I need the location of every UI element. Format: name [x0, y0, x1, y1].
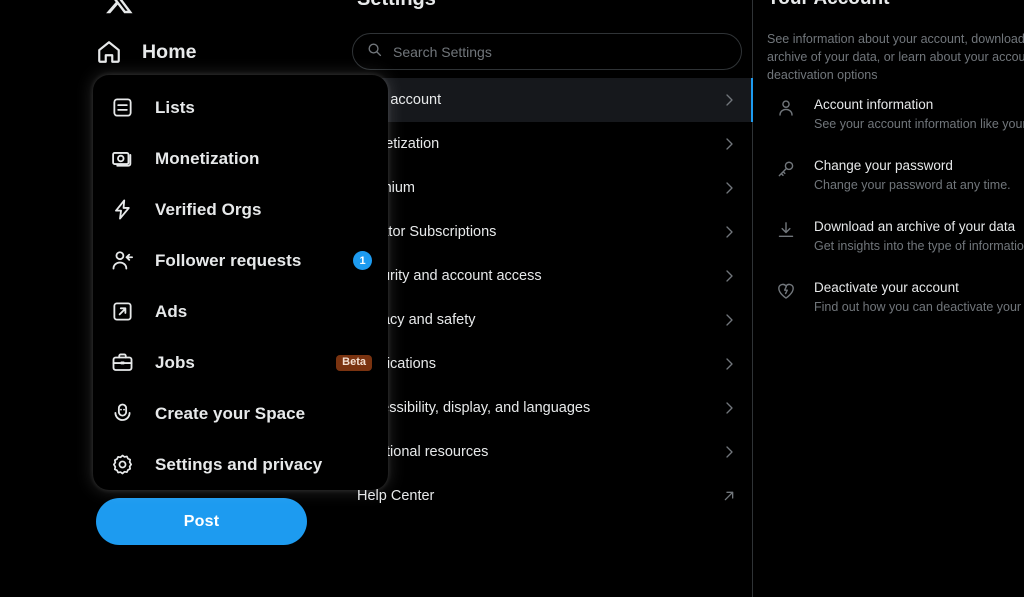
detail-panel-title: Your Account — [767, 0, 889, 10]
settings-row-premium[interactable]: Premium — [341, 166, 753, 210]
menu-item-ads[interactable]: Ads — [93, 286, 388, 337]
menu-item-lists[interactable]: Lists — [93, 82, 388, 133]
chevron-right-icon — [721, 444, 737, 460]
settings-row-notifications[interactable]: Notifications — [341, 342, 753, 386]
chevron-right-icon — [721, 312, 737, 328]
jobs-icon — [109, 350, 135, 376]
account-option-title: Deactivate your account — [814, 280, 959, 295]
settings-row-additional-resources[interactable]: Additional resources — [341, 430, 753, 474]
chevron-right-icon — [721, 400, 737, 416]
settings-row-privacy-and-safety[interactable]: Privacy and safety — [341, 298, 753, 342]
chevron-right-icon — [721, 356, 737, 372]
broken-heart-icon — [776, 281, 796, 301]
follower-requests-icon — [109, 248, 135, 274]
menu-item-verified-orgs[interactable]: Verified Orgs — [93, 184, 388, 235]
account-option-change-your-password[interactable]: Change your password Change your password… — [754, 145, 1024, 206]
ads-icon — [109, 299, 135, 325]
account-option-text: Change your password Change your password… — [814, 156, 1011, 195]
settings-row-your-account[interactable]: Your account — [341, 78, 753, 122]
account-option-subtitle: See your account information like your p… — [814, 117, 1024, 132]
post-button[interactable]: Post — [96, 498, 307, 545]
settings-list-column: Settings Your accountMonetizationPremium… — [341, 0, 753, 597]
detail-panel-description: See information about your account, down… — [767, 32, 1024, 83]
chevron-right-icon — [721, 268, 737, 284]
search-input[interactable] — [393, 43, 727, 60]
settings-items-list: Your accountMonetizationPremiumCreator S… — [341, 78, 753, 518]
menu-item-monetization[interactable]: Monetization — [93, 133, 388, 184]
chevron-right-icon — [721, 224, 737, 240]
account-option-subtitle: Get insights into the type of informatio… — [814, 239, 1024, 254]
search-icon — [367, 42, 382, 62]
chevron-right-icon — [721, 136, 737, 152]
settings-page-title: Settings — [357, 0, 436, 11]
chevron-right-icon — [721, 92, 737, 108]
account-option-subtitle: Find out how you can deactivate your acc… — [814, 300, 1024, 315]
settings-row-label: Accessibility, display, and languages — [357, 400, 591, 416]
monetization-icon — [109, 146, 135, 172]
unread-count-badge: 1 — [353, 251, 372, 270]
account-detail-panel: Your Account See information about your … — [754, 0, 1024, 597]
gear-icon — [109, 452, 135, 478]
settings-row-security-and-account-access[interactable]: Security and account access — [341, 254, 753, 298]
account-option-deactivate-your-account[interactable]: Deactivate your account Find out how you … — [754, 267, 1024, 328]
account-option-account-information[interactable]: Account information See your account info… — [754, 84, 1024, 145]
menu-item-label: Settings and privacy — [155, 454, 323, 474]
account-option-text: Deactivate your account Find out how you … — [814, 278, 1024, 317]
chevron-right-icon — [721, 180, 737, 196]
account-option-text: Download an archive of your data Get insi… — [814, 217, 1024, 256]
person-icon — [776, 98, 796, 118]
settings-row-label: Help Center — [357, 488, 435, 504]
spaces-icon — [109, 401, 135, 427]
verified-orgs-icon — [109, 197, 135, 223]
menu-item-label: Monetization — [155, 148, 260, 168]
download-icon — [776, 220, 796, 240]
home-icon — [96, 39, 122, 65]
settings-row-creator-subscriptions[interactable]: Creator Subscriptions — [341, 210, 753, 254]
sidebar-item-home-label: Home — [142, 40, 197, 63]
account-options-list: Account information See your account info… — [754, 84, 1024, 328]
account-option-title: Change your password — [814, 158, 953, 173]
beta-badge: Beta — [336, 354, 372, 371]
key-icon — [776, 159, 796, 179]
menu-item-label: Lists — [155, 97, 195, 117]
menu-item-label: Ads — [155, 301, 188, 321]
account-option-text: Account information See your account info… — [814, 95, 1024, 134]
menu-item-follower-requests[interactable]: Follower requests 1 — [93, 235, 388, 286]
menu-item-create-your-space[interactable]: Create your Space — [93, 388, 388, 439]
x-logo-icon[interactable] — [104, 0, 138, 20]
account-option-title: Account information — [814, 97, 934, 112]
menu-item-label: Verified Orgs — [155, 199, 262, 219]
sidebar-item-home[interactable]: Home — [96, 27, 213, 77]
account-option-title: Download an archive of your data — [814, 219, 1016, 234]
settings-row-monetization[interactable]: Monetization — [341, 122, 753, 166]
menu-item-label: Follower requests — [155, 250, 302, 270]
account-option-subtitle: Change your password at any time. — [814, 178, 1011, 193]
menu-item-label: Create your Space — [155, 403, 306, 423]
menu-item-settings-and-privacy[interactable]: Settings and privacy — [93, 439, 388, 490]
settings-row-help-center[interactable]: Help Center — [341, 474, 753, 518]
menu-item-jobs[interactable]: Jobs Beta — [93, 337, 388, 388]
settings-search-box[interactable] — [352, 33, 742, 70]
lists-icon — [109, 95, 135, 121]
menu-item-label: Jobs — [155, 352, 195, 372]
settings-row-accessibility-display-and-languages[interactable]: Accessibility, display, and languages — [341, 386, 753, 430]
app-root: Home Post Settings Your accountMonetizat… — [0, 0, 1024, 597]
more-dropdown-menu: Lists Monetization Verified Orgs Follower r… — [93, 75, 388, 490]
external-link-icon — [721, 488, 737, 504]
account-option-download-an-archive-of-your-data[interactable]: Download an archive of your data Get insi… — [754, 206, 1024, 267]
